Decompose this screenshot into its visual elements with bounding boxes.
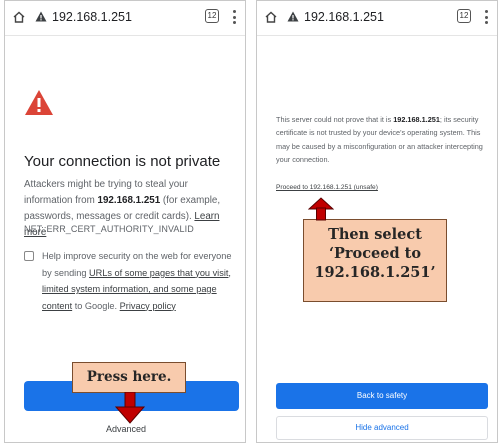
advanced-description: This server could not prove that it is 1… — [276, 113, 488, 167]
home-icon[interactable] — [265, 11, 277, 23]
host-text: 192.168.1.251 — [393, 115, 440, 124]
callout-line-3: 192.168.1.251’ — [314, 264, 436, 281]
help-text-suffix: to Google. — [72, 300, 120, 311]
arrow-up-icon — [308, 197, 334, 221]
more-vert-icon[interactable] — [233, 10, 236, 24]
hide-advanced-button[interactable]: Hide advanced — [276, 416, 488, 440]
help-improve-text: Help improve security on the web for eve… — [42, 248, 240, 314]
advanced-text-prefix: This server could not prove that it is — [276, 115, 394, 124]
address-bar[interactable]: 192.168.1.251 12 — [257, 1, 497, 36]
help-improve-checkbox[interactable] — [24, 251, 34, 261]
page-title: Your connection is not private — [24, 153, 221, 170]
warning-icon[interactable] — [35, 11, 47, 22]
error-code: NET::ERR_CERT_AUTHORITY_INVALID — [24, 224, 194, 234]
proceed-unsafe-link[interactable]: Proceed to 192.168.1.251 (unsafe) — [276, 184, 378, 191]
advanced-button[interactable]: Advanced — [5, 424, 245, 434]
callout-line-2: ‘Proceed to — [328, 245, 422, 262]
tab-switcher-icon[interactable]: 12 — [457, 9, 471, 23]
tab-count: 12 — [459, 11, 469, 20]
address-bar[interactable]: 192.168.1.251 12 — [5, 1, 245, 36]
more-vert-icon[interactable] — [485, 10, 488, 24]
url-text[interactable]: 192.168.1.251 — [304, 10, 384, 24]
callout-line-1: Then select — [328, 226, 422, 243]
arrow-down-icon — [115, 392, 145, 424]
url-text[interactable]: 192.168.1.251 — [52, 10, 132, 24]
back-to-safety-button[interactable]: Back to safety — [276, 383, 488, 409]
instruction-callout-proceed: Then select ‘Proceed to 192.168.1.251’ — [303, 219, 447, 302]
host-text: 192.168.1.251 — [97, 195, 161, 206]
privacy-policy-link[interactable]: Privacy policy — [120, 301, 176, 311]
instruction-callout-press-here: Press here. — [72, 362, 186, 393]
tab-switcher-icon[interactable]: 12 — [205, 9, 219, 23]
warning-icon — [25, 90, 53, 115]
warning-icon[interactable] — [287, 11, 299, 22]
home-icon[interactable] — [13, 11, 25, 23]
tab-count: 12 — [207, 11, 217, 20]
